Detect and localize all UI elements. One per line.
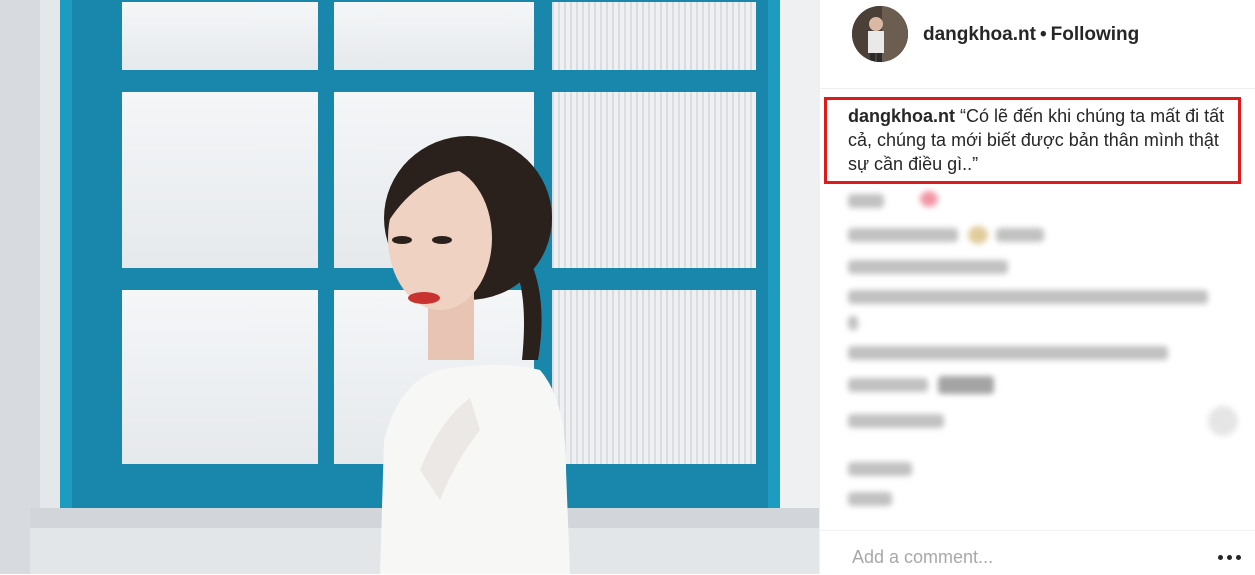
comment-line [848,492,892,506]
caption-username[interactable]: dangkhoa.nt [848,106,955,126]
comment-line [848,290,1208,304]
comment-line [848,228,958,242]
avatar[interactable] [852,6,908,62]
photo-illustration [0,0,819,574]
post-header: dangkhoa.nt • Following [820,0,1255,89]
comment-line [848,378,928,392]
avatar-image [852,6,908,62]
header-username[interactable]: dangkhoa.nt [923,24,1036,45]
heart-icon [920,191,938,207]
add-comment-bar [820,530,1255,575]
comment-line [848,316,858,330]
comment-line [938,376,994,394]
header-separator: • [1039,24,1047,45]
emoji-icon [968,226,988,244]
more-options-icon[interactable] [1216,547,1244,567]
post-caption: dangkhoa.nt “Có lẽ đến khi chúng ta mất … [848,104,1238,176]
header-text: dangkhoa.nt • Following [923,24,1139,46]
comment-line [848,346,1168,360]
comment-line [848,260,1008,274]
comments-list-blurred [848,186,1248,516]
add-comment-input[interactable] [852,545,1192,569]
post-side-panel: dangkhoa.nt • Following dangkhoa.nt “Có lẽ… [819,0,1255,574]
comment-line [996,228,1044,242]
comment-line [848,194,884,208]
comment-line [848,462,912,476]
bookmark-icon [1208,406,1238,436]
comment-line [848,414,944,428]
following-button[interactable]: Following [1051,24,1140,45]
post-photo[interactable] [0,0,819,574]
